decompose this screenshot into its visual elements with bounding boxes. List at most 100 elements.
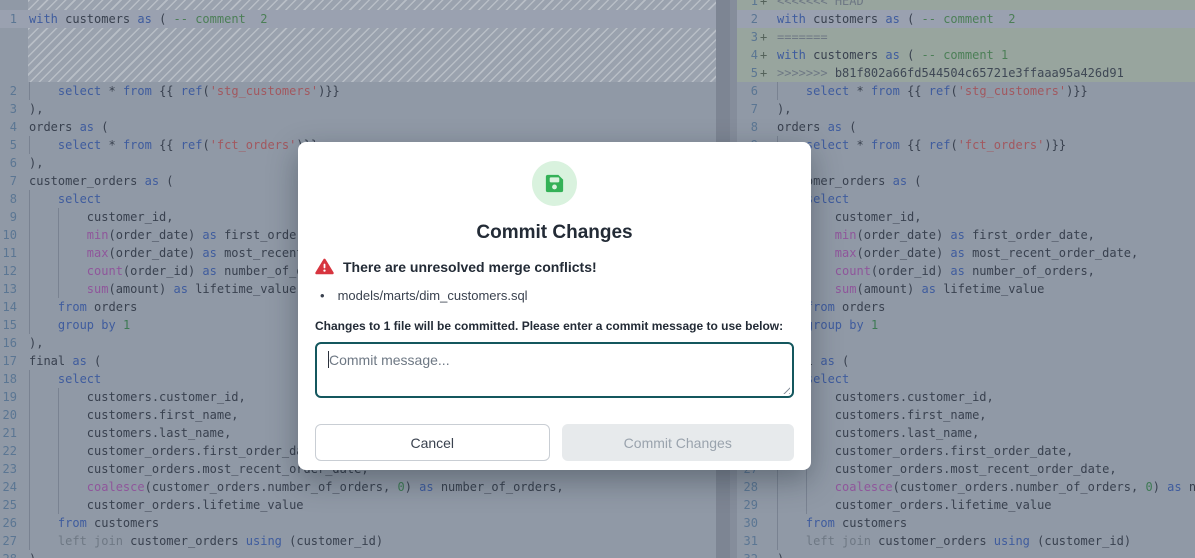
line-number: 10 (0, 226, 28, 244)
code-text: left join customer_orders using (custome… (28, 532, 716, 550)
code-line[interactable]: 4+with customers as ( -- comment 1 (737, 46, 1195, 64)
diff-added-marker (760, 82, 773, 100)
code-line[interactable]: 29 customer_orders.lifetime_value (737, 496, 1195, 514)
diff-added-marker (760, 514, 773, 532)
line-number: 14 (0, 298, 28, 316)
code-text: customer_orders.lifetime_value (773, 496, 1195, 514)
diff-added-marker (760, 550, 773, 558)
line-number: 27 (0, 532, 28, 550)
code-line[interactable]: 5+>>>>>>> b81f802a66fd544504c65721e3ffaa… (737, 64, 1195, 82)
commit-changes-button[interactable]: Commit Changes (562, 424, 795, 461)
code-text: min(order_date) as first_order_date, (773, 226, 1195, 244)
code-text: customer_orders.lifetime_value (28, 496, 716, 514)
code-line[interactable]: 2 select * from {{ ref('stg_customers')}… (0, 82, 716, 100)
code-text: final as ( (773, 352, 1195, 370)
line-number: 1 (737, 0, 760, 10)
code-line[interactable]: 2with customers as ( -- comment 2 (737, 10, 1195, 28)
conflict-file-item: • models/marts/dim_customers.sql (320, 288, 794, 303)
code-text: customers.first_name, (773, 406, 1195, 424)
code-text: ) (28, 550, 716, 558)
code-line[interactable]: 7), (737, 100, 1195, 118)
line-number: 15 (0, 316, 28, 334)
line-number: 32 (737, 550, 760, 558)
code-text: ), (773, 154, 1195, 172)
line-number: 30 (737, 514, 760, 532)
diff-added-marker: + (760, 0, 773, 10)
line-number: 2 (0, 82, 28, 100)
line-number: 7 (737, 100, 760, 118)
line-number: 7 (0, 172, 28, 190)
code-text: ======= (773, 28, 1195, 46)
conflict-file-name: models/marts/dim_customers.sql (338, 288, 528, 303)
code-text: ) (773, 550, 1195, 558)
line-number: 11 (0, 244, 28, 262)
line-number: 3 (737, 28, 760, 46)
line-number: 2 (737, 10, 760, 28)
line-number: 18 (0, 370, 28, 388)
diff-added-marker (760, 478, 773, 496)
code-line[interactable]: 3+======= (737, 28, 1195, 46)
code-line[interactable]: 32) (737, 550, 1195, 558)
warning-text: There are unresolved merge conflicts! (343, 259, 597, 275)
collapsed-unchanged-region (28, 28, 716, 82)
code-line[interactable]: 1with customers as ( -- comment 2 (0, 10, 716, 28)
code-text: from customers (28, 514, 716, 532)
code-line[interactable]: 28 coalesce(customer_orders.number_of_or… (737, 478, 1195, 496)
ide-diff-screen: 1with customers as ( -- comment 22 selec… (0, 0, 1195, 558)
code-text: <<<<<<< HEAD (773, 0, 1195, 10)
code-text: select (773, 370, 1195, 388)
diff-added-marker (760, 100, 773, 118)
code-text: with customers as ( -- comment 2 (28, 10, 716, 28)
diff-added-marker (760, 118, 773, 136)
code-line[interactable]: 4orders as ( (0, 118, 716, 136)
code-text: customer_orders.most_recent_order_date, (773, 460, 1195, 478)
cancel-button[interactable]: Cancel (315, 424, 550, 461)
code-text: orders as ( (773, 118, 1195, 136)
commit-message-input[interactable] (315, 342, 794, 398)
code-line[interactable]: 25 customer_orders.lifetime_value (0, 496, 716, 514)
line-number: 17 (0, 352, 28, 370)
code-text: customer_orders.first_order_date, (773, 442, 1195, 460)
line-number: 3 (0, 100, 28, 118)
line-number: 9 (0, 208, 28, 226)
diff-added-marker (760, 532, 773, 550)
line-number: 28 (737, 478, 760, 496)
code-text: select * from {{ ref('stg_customers')}} (773, 82, 1195, 100)
code-text: left join customer_orders using (custome… (773, 532, 1195, 550)
code-line[interactable]: 30 from customers (737, 514, 1195, 532)
code-text: select * from {{ ref('fct_orders')}} (773, 136, 1195, 154)
code-line[interactable]: 31 left join customer_orders using (cust… (737, 532, 1195, 550)
code-line[interactable]: 6 select * from {{ ref('stg_customers')}… (737, 82, 1195, 100)
code-text: ), (773, 100, 1195, 118)
text-cursor (328, 351, 329, 368)
diff-added-marker (760, 496, 773, 514)
code-text: customers.last_name, (773, 424, 1195, 442)
code-line[interactable]: 26 from customers (0, 514, 716, 532)
diff-added-marker: + (760, 46, 773, 64)
code-line[interactable]: 8orders as ( (737, 118, 1195, 136)
collapsed-unchanged-region (28, 0, 716, 10)
modal-title: Commit Changes (298, 222, 811, 244)
diff-added-marker: + (760, 28, 773, 46)
code-text: ), (773, 334, 1195, 352)
code-text: customers.customer_id, (773, 388, 1195, 406)
line-number: 31 (737, 532, 760, 550)
line-number: 5 (737, 64, 760, 82)
line-number: 12 (0, 262, 28, 280)
code-text: select (773, 190, 1195, 208)
line-number: 25 (0, 496, 28, 514)
line-number: 22 (0, 442, 28, 460)
code-line[interactable]: 27 left join customer_orders using (cust… (0, 532, 716, 550)
code-text: sum(amount) as lifetime_value (773, 280, 1195, 298)
code-line[interactable]: 1+<<<<<<< HEAD (737, 0, 1195, 10)
code-line[interactable]: 24 coalesce(customer_orders.number_of_or… (0, 478, 716, 496)
warning-icon (315, 258, 334, 275)
line-number: 29 (737, 496, 760, 514)
code-text: coalesce(customer_orders.number_of_order… (28, 478, 716, 496)
line-number: 6 (737, 82, 760, 100)
code-line[interactable]: 28) (0, 550, 716, 558)
commit-instruction: Changes to 1 file will be committed. Ple… (315, 319, 794, 333)
line-number: 8 (0, 190, 28, 208)
code-line[interactable]: 3), (0, 100, 716, 118)
code-text: from orders (773, 298, 1195, 316)
